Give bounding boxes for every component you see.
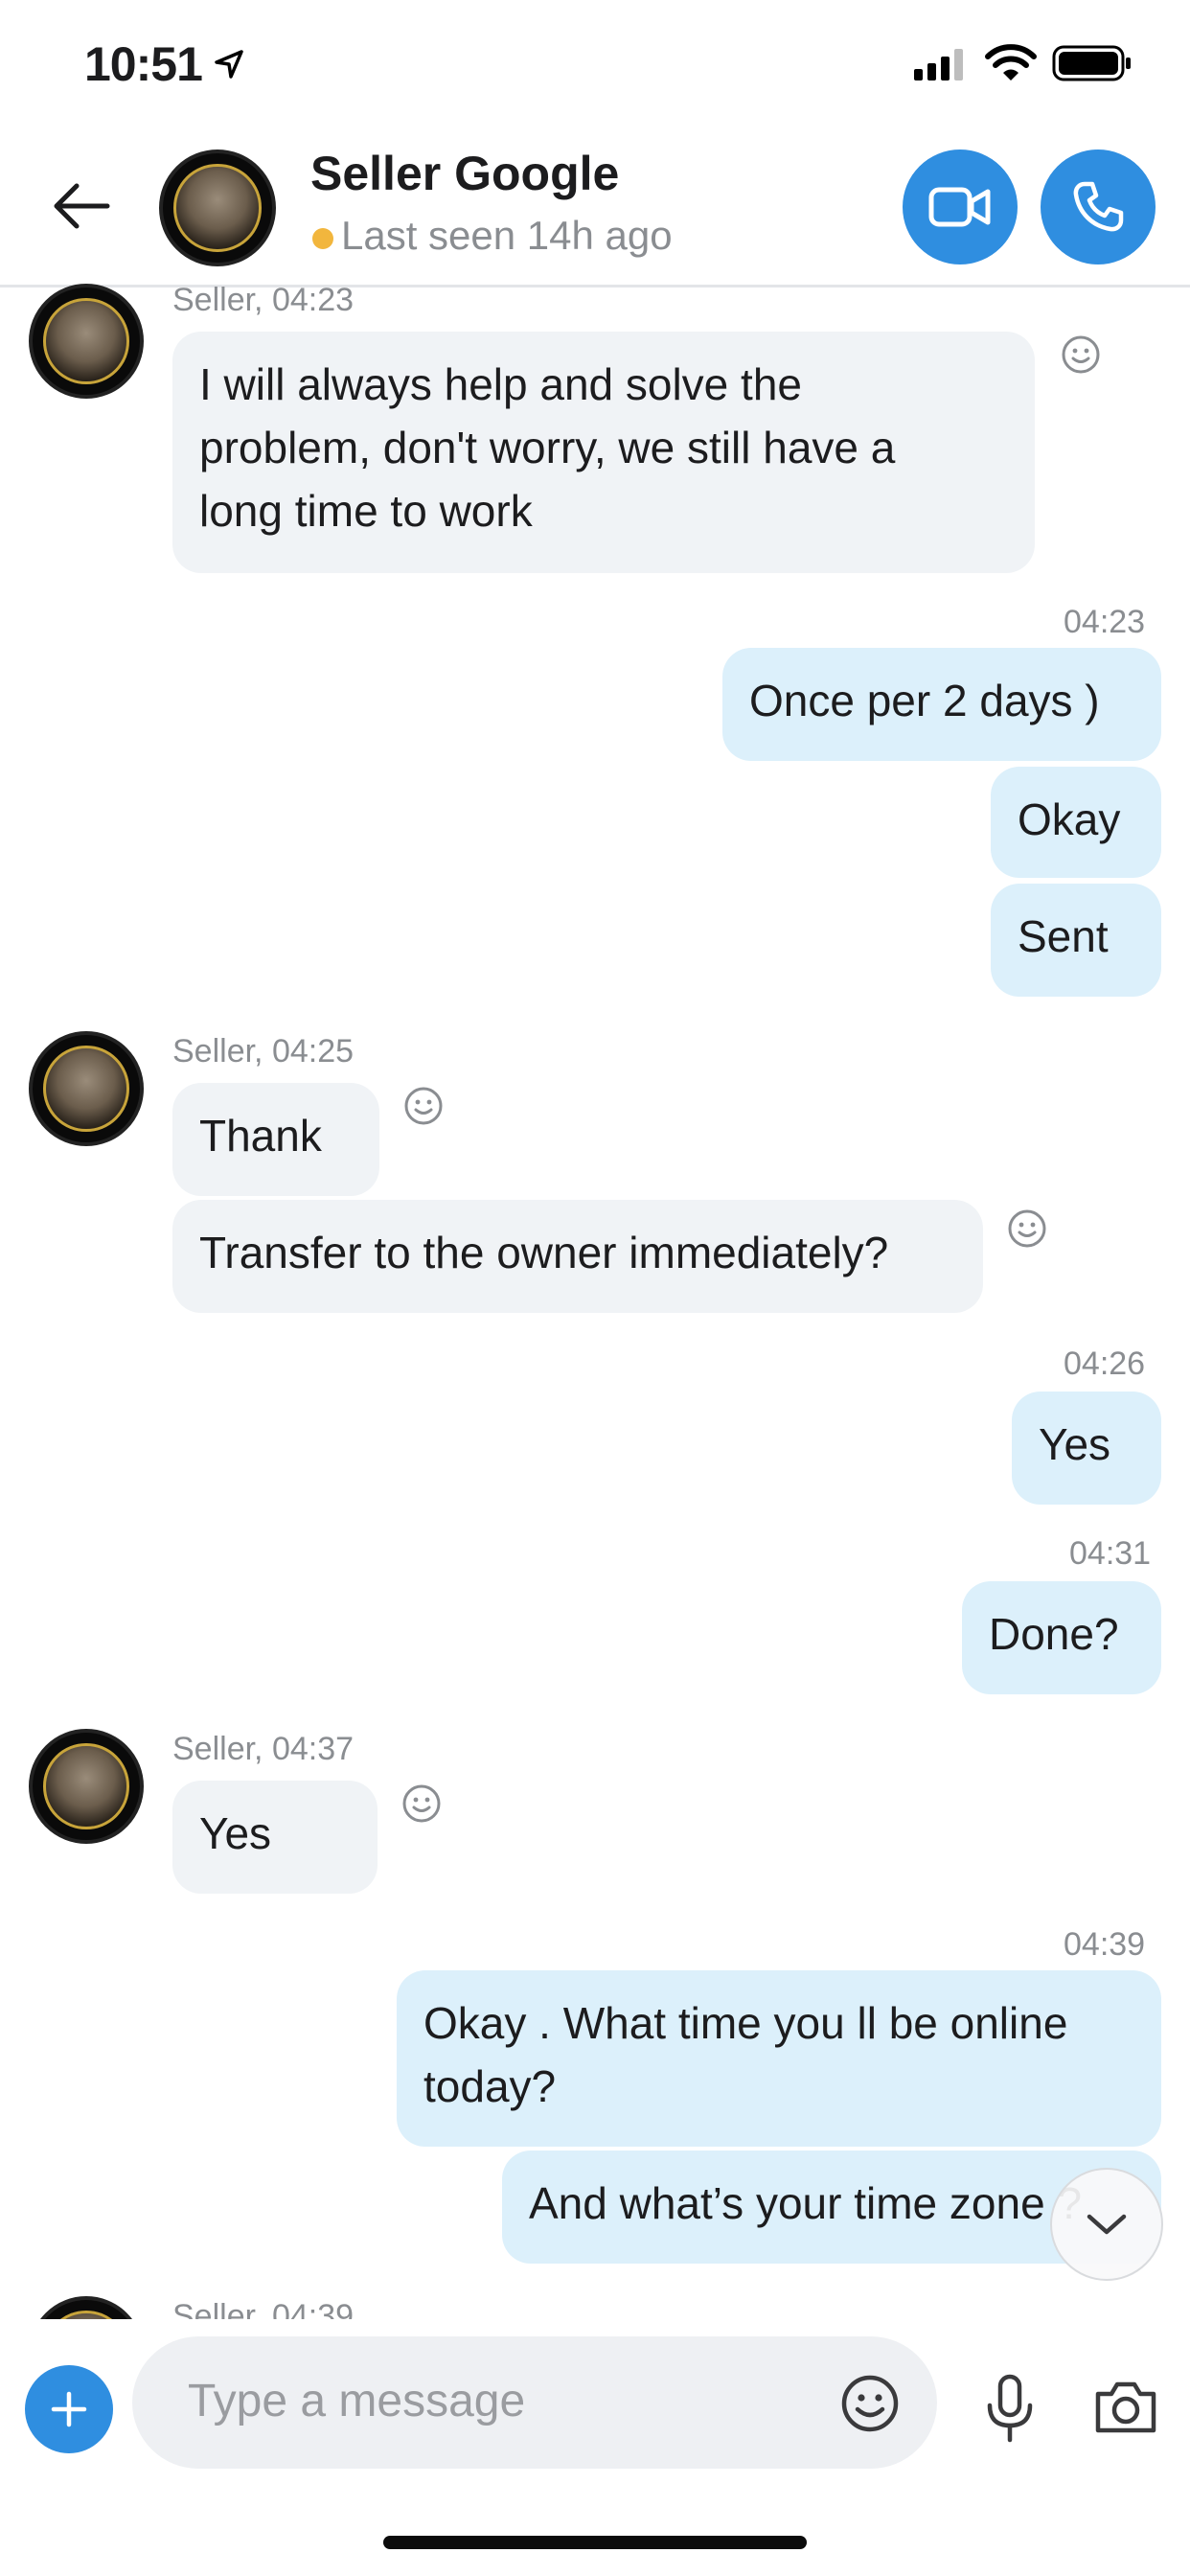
partial-message-row: Seller, 04:39 [0,2281,1190,2319]
chevron-down-icon [1087,2214,1127,2235]
scroll-to-bottom-button[interactable] [1050,2168,1163,2281]
presence-dot [312,228,333,249]
contact-avatar[interactable] [159,150,276,266]
add-reaction-icon[interactable] [1060,334,1102,376]
add-reaction-icon[interactable] [1006,1208,1048,1250]
phone-icon [1073,181,1124,232]
message-meta: Seller, 04:25 [172,1033,355,1070]
cellular-signal-icon [914,49,963,80]
message-meta: 04:26 [1064,1346,1146,1382]
incoming-message[interactable]: Transfer to the owner immediately? [172,1200,983,1313]
home-indicator [383,2536,807,2549]
sender-avatar[interactable] [29,284,144,399]
message-meta: Seller, 04:23 [172,282,355,318]
contact-name[interactable]: Seller Google [310,146,619,201]
voice-call-button[interactable] [1041,150,1156,264]
outgoing-message[interactable]: Once per 2 days ) [722,648,1161,761]
incoming-message[interactable]: Yes [172,1781,378,1894]
message-meta: Seller, 04:37 [172,1731,355,1767]
add-attachment-button[interactable] [25,2365,113,2453]
wifi-icon [985,44,1037,80]
message-input-placeholder: Type a message [188,2376,526,2426]
status-time: 10:51 [84,37,203,91]
outgoing-message[interactable]: Yes [1012,1392,1161,1505]
emoji-icon[interactable] [839,2373,901,2434]
back-button[interactable] [38,158,125,254]
video-call-button[interactable] [903,150,1018,264]
microphone-icon[interactable] [981,2373,1039,2444]
sender-avatar[interactable] [29,1031,144,1146]
location-arrow-icon [215,50,243,79]
camera-icon[interactable] [1092,2379,1159,2436]
back-arrow-icon [54,183,110,229]
presence-status: Last seen 14h ago [341,213,673,258]
outgoing-message[interactable]: Okay . What time you ll be online today? [397,1970,1161,2147]
message-meta: 04:31 [1069,1535,1152,1572]
video-camera-icon [928,187,991,227]
outgoing-message[interactable]: Okay [991,767,1161,878]
sender-avatar[interactable] [29,1729,144,1844]
outgoing-message[interactable]: Sent [991,884,1161,997]
outgoing-message[interactable]: Done? [962,1581,1161,1694]
message-meta: Seller, 04:39 [172,2298,355,2319]
battery-icon [1052,45,1131,81]
message-meta: 04:23 [1064,604,1146,640]
message-meta: 04:39 [1064,1926,1146,1963]
add-reaction-icon[interactable] [400,1782,443,1825]
plus-icon [51,2391,87,2427]
incoming-message[interactable]: Thank [172,1083,379,1196]
incoming-message[interactable]: I will always help and solve the problem… [172,332,1035,573]
sender-avatar[interactable] [29,2296,144,2319]
add-reaction-icon[interactable] [402,1085,445,1127]
